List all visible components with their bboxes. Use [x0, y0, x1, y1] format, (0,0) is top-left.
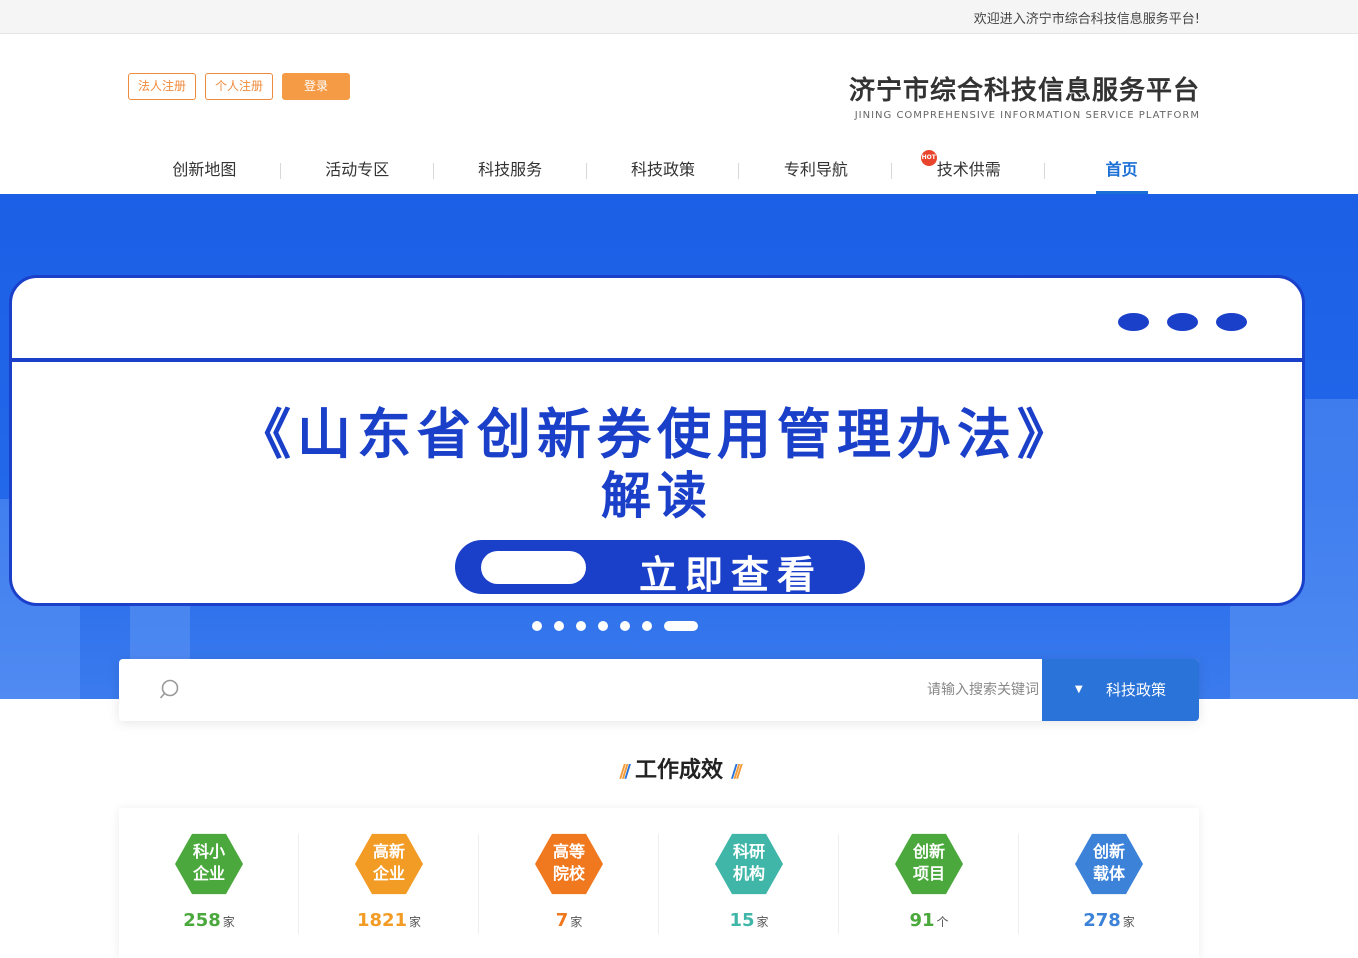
corp-register-button[interactable]: 法人注册	[128, 73, 197, 100]
stat-item[interactable]: 创新项目 91 个	[839, 832, 1019, 958]
stat-number: 15	[729, 910, 755, 931]
stat-value: 91 个	[839, 910, 1019, 931]
stats-panel: 创新 载体 278 家创新 项目 91 个科研 机构 15 家高等 院校 7 家高新 企业 1821 家科小企…	[119, 808, 1199, 958]
stat-item[interactable]: 创新载体 278 家	[1019, 832, 1199, 958]
site-logo-title[interactable]: 济宁市综合科技信息服务平台	[849, 70, 1200, 107]
hero-banner[interactable]: 《山东省创新券使用管理办法》 解读 立即查看	[0, 194, 1358, 699]
nav-item-innovation-map[interactable]: 创新地图	[128, 146, 281, 194]
slash-decoration-icon: ///	[731, 761, 743, 782]
stat-label-line1: 高新	[372, 842, 405, 861]
stat-item[interactable]: 科小企业 258 家	[119, 832, 299, 958]
stat-hexagon-icon: 科小 企业	[175, 833, 243, 895]
stat-unit: 家	[1122, 915, 1135, 929]
nav-item-activities[interactable]: 活动专区	[281, 146, 434, 194]
stat-label-line1: 创新	[1092, 842, 1125, 861]
nav-item-label: 科技服务	[478, 160, 543, 179]
stat-unit: 个	[936, 915, 949, 929]
banner-subtitle: 解读	[601, 467, 713, 525]
stat-hexagon-icon: 创新 载体	[1075, 833, 1143, 895]
caret-down-icon: ▼	[1075, 684, 1083, 695]
personal-register-button[interactable]: 个人注册	[205, 73, 274, 100]
stat-item[interactable]: 科研机构 15 家	[659, 832, 839, 958]
nav-item-tech-supply-demand[interactable]: HOT 技术供需	[892, 146, 1045, 194]
auth-buttons: 法人注册 个人注册 登录	[128, 73, 351, 100]
stat-number: 278	[1083, 910, 1121, 931]
stat-item[interactable]: 高等院校 7 家	[479, 832, 659, 958]
nav-item-label: 创新地图	[172, 160, 237, 179]
city-silhouette	[1300, 399, 1358, 699]
stat-unit: 家	[409, 915, 422, 929]
window-dots-icon	[1118, 313, 1247, 331]
section-title-text: 工作成效	[634, 758, 723, 783]
carousel-dot-active[interactable]	[664, 621, 698, 631]
stat-label-line2: 载体	[1092, 864, 1125, 883]
nav-item-patent-navigation[interactable]: 专利导航	[739, 146, 893, 194]
nav-item-label: 科技政策	[630, 160, 695, 179]
stat-unit: 家	[570, 915, 583, 929]
stat-value: 7家	[479, 910, 659, 931]
cta-pill	[481, 551, 586, 584]
carousel-dot[interactable]	[554, 621, 564, 631]
nav-item-tech-service[interactable]: 科技服务	[434, 146, 587, 194]
nav-item-home[interactable]: 首页	[1045, 146, 1198, 194]
hot-badge-icon: HOT	[920, 150, 937, 166]
stat-number: 1821	[356, 910, 408, 931]
welcome-text: 欢迎进入济宁市综合科技信息服务平台!	[973, 12, 1200, 27]
login-button[interactable]: 登录	[282, 73, 351, 100]
site-logo-subtitle: JINING COMPREHENSIVE INFORMATION SERVICE…	[854, 110, 1200, 121]
stat-hexagon-icon: 高新 企业	[355, 833, 423, 895]
stat-number: 258	[183, 910, 221, 931]
search-icon[interactable]	[159, 679, 180, 700]
search-category-select[interactable]: ▼ 科技政策	[1042, 659, 1199, 721]
slash-decoration-icon: ///	[619, 761, 630, 782]
stat-number: 7	[555, 910, 569, 931]
nav-item-label: 专利导航	[783, 160, 848, 179]
card-divider	[12, 358, 1302, 362]
nav-item-tech-policy[interactable]: 科技政策	[587, 146, 740, 194]
search-bar: ▼ 科技政策	[119, 659, 1199, 721]
view-now-button[interactable]: 立即查看	[455, 540, 865, 597]
banner-card: 《山东省创新券使用管理办法》 解读 立即查看	[9, 275, 1305, 606]
nav-item-label: 首页	[1105, 160, 1138, 179]
stat-unit: 家	[222, 915, 235, 929]
carousel-dot[interactable]	[620, 621, 630, 631]
carousel-dot[interactable]	[598, 621, 608, 631]
stat-label-line2: 企业	[192, 864, 225, 883]
stat-label-line2: 院校	[552, 864, 585, 883]
carousel-dot[interactable]	[532, 621, 542, 631]
carousel-dot[interactable]	[642, 621, 652, 631]
top-bar: 欢迎进入济宁市综合科技信息服务平台!	[0, 0, 1358, 34]
stat-number: 91	[909, 910, 935, 931]
stat-unit: 家	[756, 915, 769, 929]
search-input[interactable]	[209, 673, 1049, 707]
stat-hexagon-icon: 创新 项目	[895, 833, 963, 895]
carousel-indicators	[532, 621, 698, 631]
stat-label-line1: 科小	[192, 842, 225, 861]
search-category-label: 科技政策	[1105, 681, 1166, 699]
stat-label-line1: 科研	[732, 842, 765, 861]
nav-item-label: 技术供需	[936, 160, 1001, 179]
stat-label-line2: 机构	[732, 864, 765, 883]
main-nav: 首页 HOT 技术供需 专利导航 科技政策 科技服务 活动专区 创新地图	[128, 146, 1198, 194]
stat-value: 258 家	[119, 910, 299, 931]
stat-label-line2: 企业	[372, 864, 405, 883]
stat-hexagon-icon: 科研 机构	[715, 833, 783, 895]
stat-label-line2: 项目	[912, 864, 945, 883]
stat-item[interactable]: 高新企业 1821 家	[299, 832, 479, 958]
stat-hexagon-icon: 高等 院校	[535, 833, 603, 895]
nav-item-label: 活动专区	[325, 160, 390, 179]
stat-value: 15 家	[659, 910, 839, 931]
section-title: /// 工作成效 ///	[0, 752, 1358, 784]
carousel-dot[interactable]	[576, 621, 586, 631]
stat-label-line1: 创新	[912, 842, 945, 861]
cta-label: 立即查看	[638, 553, 823, 597]
header: 法人注册 个人注册 登录 济宁市综合科技信息服务平台 JINING COMPRE…	[0, 34, 1358, 194]
stat-value: 278 家	[1019, 910, 1199, 931]
stat-label-line1: 高等	[552, 842, 585, 861]
stat-value: 1821 家	[299, 910, 479, 931]
